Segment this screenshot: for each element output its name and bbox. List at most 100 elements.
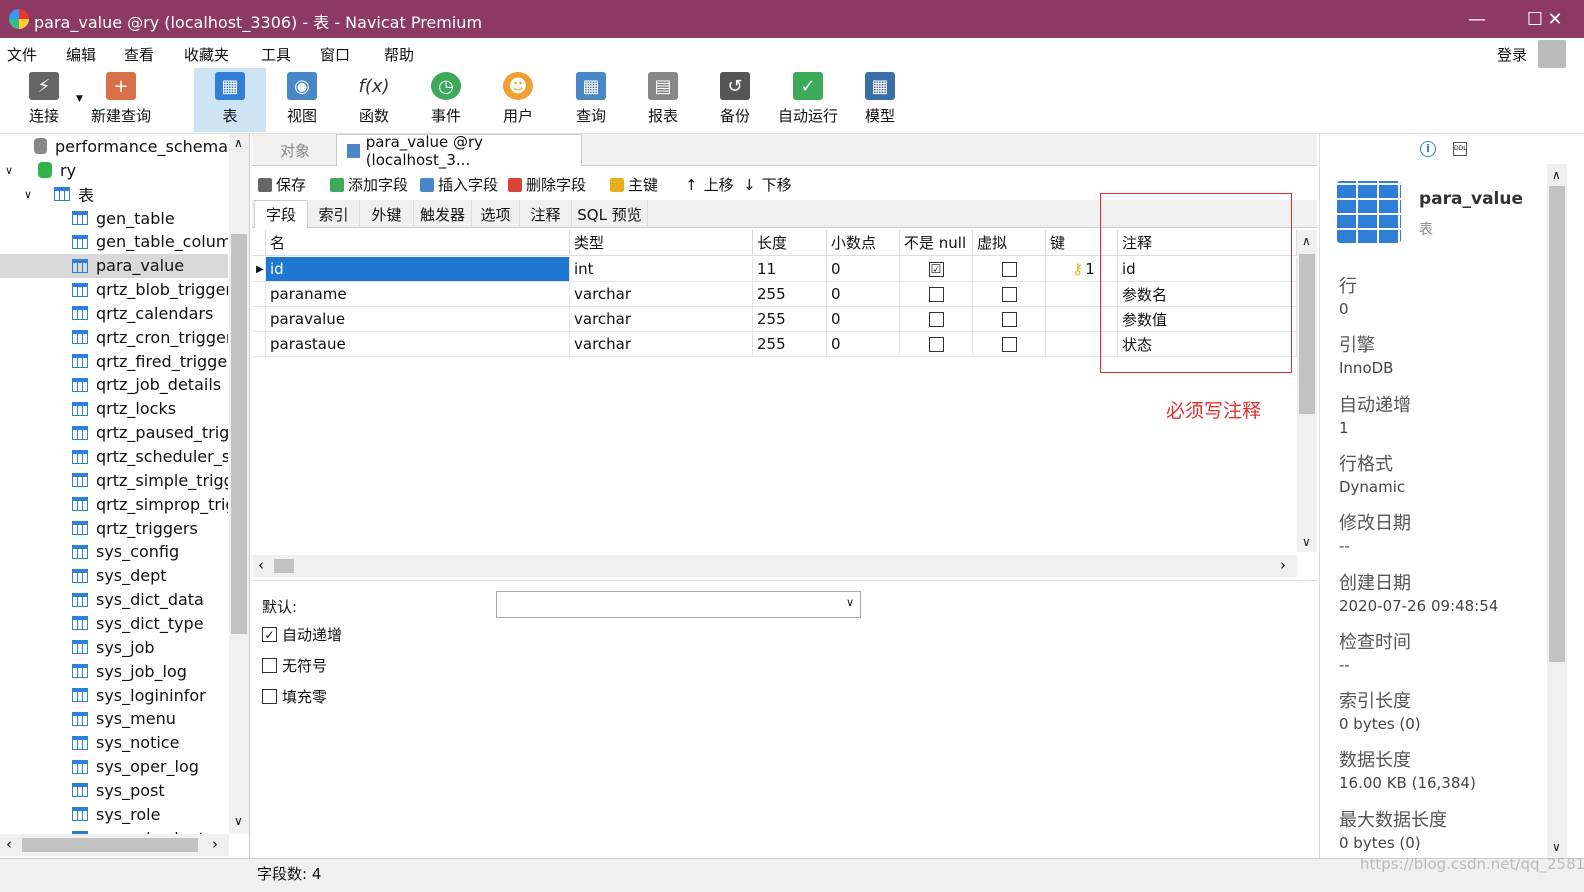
delete-field-button[interactable]: 删除字段 bbox=[508, 174, 586, 195]
toolbar-query[interactable]: ▦ 查询 bbox=[557, 68, 625, 132]
cell-col-notnull[interactable] bbox=[900, 307, 973, 332]
tree-table-item[interactable]: gen_table_column bbox=[0, 230, 228, 254]
grid-hscrollbar[interactable]: ‹ › bbox=[252, 555, 1297, 577]
header-col-type[interactable]: 类型 bbox=[570, 230, 753, 256]
tree-table-item[interactable]: sys_post bbox=[0, 778, 228, 802]
tree-table-item[interactable]: qrtz_blob_triggers bbox=[0, 278, 228, 302]
minimize-icon[interactable]: — bbox=[1448, 0, 1506, 38]
move-down-button[interactable]: ↓ 下移 bbox=[743, 174, 792, 195]
toolbar-model[interactable]: ▦ 模型 bbox=[846, 68, 914, 132]
cell-col-type[interactable]: int bbox=[570, 257, 753, 282]
move-up-button[interactable]: ↑ 上移 bbox=[685, 174, 734, 195]
subtab-sql-preview[interactable]: SQL 预览 bbox=[572, 200, 648, 228]
scrollbar-thumb[interactable] bbox=[22, 838, 198, 852]
chevron-down-icon[interactable]: ∨ bbox=[0, 188, 36, 201]
header-col-notnull[interactable]: 不是 null bbox=[900, 230, 973, 256]
tree-item-schema[interactable]: performance_schema bbox=[0, 134, 228, 158]
tree-table-item[interactable]: qrtz_triggers bbox=[0, 516, 228, 540]
scrollbar-thumb[interactable] bbox=[1549, 186, 1565, 662]
checkbox[interactable] bbox=[1001, 311, 1017, 327]
cell-col-notnull[interactable] bbox=[900, 282, 973, 307]
connect-dropdown-icon[interactable]: ▼ bbox=[76, 94, 83, 104]
close-icon[interactable]: ✕ bbox=[1526, 0, 1584, 38]
chevron-down-icon[interactable]: ∨ bbox=[0, 164, 18, 177]
header-col-virtual[interactable]: 虚拟 bbox=[973, 230, 1046, 256]
scroll-right-icon[interactable]: › bbox=[1280, 556, 1286, 574]
scrollbar-thumb[interactable] bbox=[1299, 254, 1315, 414]
cell-col-name[interactable]: parastaue bbox=[266, 332, 570, 357]
login-link[interactable]: 登录 bbox=[1497, 44, 1527, 65]
scroll-down-icon[interactable]: ∨ bbox=[234, 814, 243, 828]
tab-objects[interactable]: 对象 bbox=[270, 134, 334, 166]
toolbar-user[interactable]: ☻ 用户 bbox=[484, 68, 552, 132]
cell-col-name[interactable]: paravalue bbox=[266, 307, 570, 332]
header-col-length[interactable]: 长度 bbox=[753, 230, 827, 256]
menu-view[interactable]: 查看 bbox=[124, 44, 154, 65]
tree-table-item[interactable]: qrtz_simprop_trigg bbox=[0, 492, 228, 516]
subtab-indexes[interactable]: 索引 bbox=[308, 200, 360, 228]
scrollbar-thumb[interactable] bbox=[274, 559, 294, 573]
scroll-up-icon[interactable]: ∧ bbox=[1552, 168, 1561, 182]
save-button[interactable]: 保存 bbox=[258, 174, 306, 195]
cell-col-type[interactable]: varchar bbox=[570, 307, 753, 332]
cell-col-decimals[interactable]: 0 bbox=[827, 307, 900, 332]
tree-table-item[interactable]: sys_job_log bbox=[0, 659, 228, 683]
checkbox[interactable] bbox=[1001, 336, 1017, 352]
menu-file[interactable]: 文件 bbox=[7, 44, 37, 65]
tree-table-item[interactable]: qrtz_fired_triggers bbox=[0, 349, 228, 373]
scroll-left-icon[interactable]: ‹ bbox=[258, 556, 264, 574]
cell-col-length[interactable]: 255 bbox=[753, 307, 827, 332]
checkbox[interactable] bbox=[928, 286, 944, 302]
cell-col-length[interactable]: 11 bbox=[753, 257, 827, 282]
menu-tools[interactable]: 工具 bbox=[261, 44, 291, 65]
tree-table-item[interactable]: qrtz_cron_triggers bbox=[0, 325, 228, 349]
tree-table-item[interactable]: sys_role bbox=[0, 802, 228, 826]
cell-col-notnull[interactable]: ☑ bbox=[900, 257, 973, 282]
scroll-up-icon[interactable]: ∧ bbox=[234, 136, 243, 150]
insert-field-button[interactable]: 插入字段 bbox=[420, 174, 498, 195]
scroll-down-icon[interactable]: ∨ bbox=[1302, 535, 1311, 549]
toolbar-connect[interactable]: ⚡ 连接 bbox=[14, 68, 74, 132]
tree-table-item[interactable]: gen_table bbox=[0, 206, 228, 230]
row-indicator[interactable] bbox=[252, 282, 266, 307]
tree-table-item[interactable]: sys_notice bbox=[0, 731, 228, 755]
scroll-up-icon[interactable]: ∧ bbox=[1302, 234, 1311, 248]
checkbox[interactable] bbox=[1001, 261, 1017, 277]
scroll-left-icon[interactable]: ‹ bbox=[6, 835, 12, 853]
tree-table-item[interactable]: sys_oper_log bbox=[0, 755, 228, 779]
tree-table-item[interactable]: sys_menu bbox=[0, 707, 228, 731]
toolbar-new-query[interactable]: + 新建查询 bbox=[86, 68, 156, 132]
toolbar-report[interactable]: ▤ 报表 bbox=[629, 68, 697, 132]
tree-item-db[interactable]: ∨ ry bbox=[0, 158, 228, 182]
menu-help[interactable]: 帮助 bbox=[384, 44, 414, 65]
tree-table-item[interactable]: sys_dict_type bbox=[0, 611, 228, 635]
ddl-icon[interactable]: DDL bbox=[1453, 142, 1467, 156]
cell-col-type[interactable]: varchar bbox=[570, 282, 753, 307]
cell-col-decimals[interactable]: 0 bbox=[827, 282, 900, 307]
zerofill-checkbox[interactable]: 填充零 bbox=[262, 686, 327, 707]
cell-col-virtual[interactable] bbox=[973, 257, 1046, 282]
scrollbar-thumb[interactable] bbox=[231, 234, 247, 634]
row-indicator[interactable] bbox=[252, 332, 266, 357]
default-select[interactable]: ∨ bbox=[496, 591, 861, 618]
tree-table-item[interactable]: sys_dict_data bbox=[0, 588, 228, 612]
tree-table-item[interactable]: qrtz_locks bbox=[0, 397, 228, 421]
tree-table-item[interactable]: qrtz_calendars bbox=[0, 301, 228, 325]
cell-col-name[interactable]: id bbox=[266, 257, 570, 282]
subtab-options[interactable]: 选项 bbox=[472, 200, 520, 228]
grid-vscrollbar[interactable]: ∧ ∨ bbox=[1297, 230, 1317, 552]
checkbox[interactable]: ☑ bbox=[928, 261, 944, 277]
checkbox[interactable] bbox=[1001, 286, 1017, 302]
tree-table-item[interactable]: sys_job bbox=[0, 635, 228, 659]
tree-vscrollbar[interactable]: ∧ ∨ bbox=[229, 134, 249, 834]
auto-increment-checkbox[interactable]: ✓ 自动递增 bbox=[262, 624, 342, 645]
toolbar-backup[interactable]: ↺ 备份 bbox=[701, 68, 769, 132]
scroll-down-icon[interactable]: ∨ bbox=[1552, 840, 1561, 854]
scroll-right-icon[interactable]: › bbox=[212, 835, 218, 853]
info-vscrollbar[interactable]: ∧ ∨ bbox=[1547, 164, 1567, 858]
subtab-foreign-keys[interactable]: 外键 bbox=[360, 200, 414, 228]
row-indicator[interactable]: ▶ bbox=[252, 257, 266, 282]
checkbox[interactable] bbox=[928, 336, 944, 352]
toolbar-table[interactable]: ▦ 表 bbox=[194, 68, 266, 132]
cell-col-notnull[interactable] bbox=[900, 332, 973, 357]
